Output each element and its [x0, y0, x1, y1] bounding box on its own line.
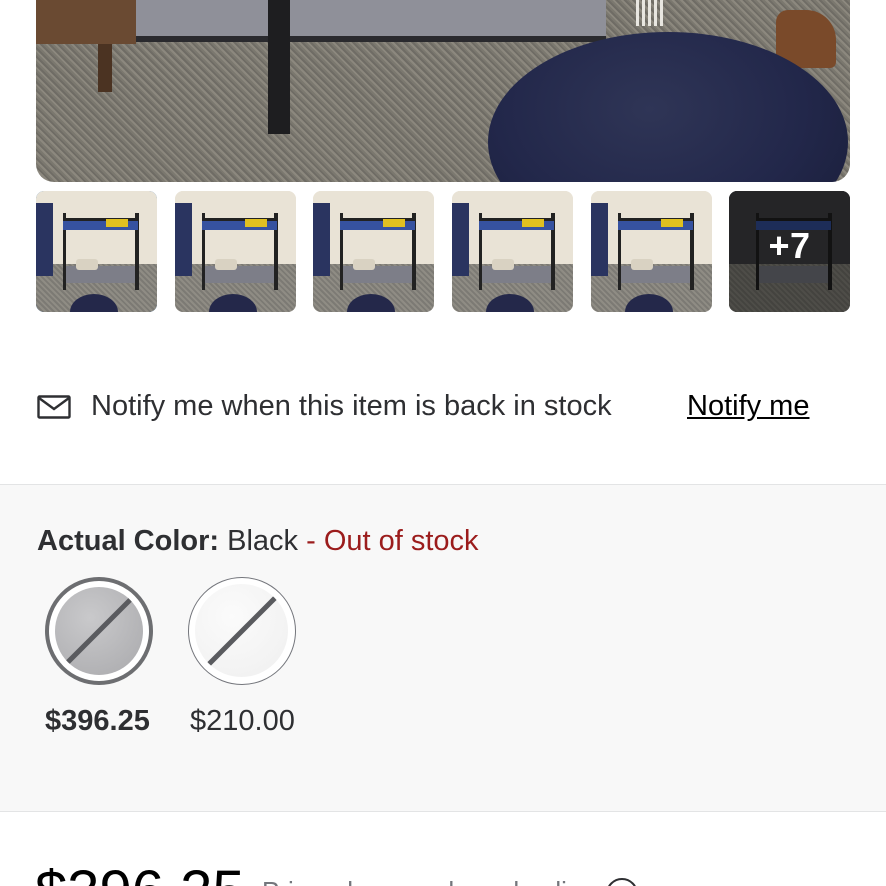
swatch-price-2: $210.00	[190, 705, 295, 737]
mail-icon	[37, 395, 71, 419]
thumbnail-1[interactable]	[36, 191, 157, 312]
availability-status: - Out of stock	[306, 525, 479, 557]
variant-label: Actual Color: Black - Out of stock	[37, 525, 479, 558]
throw-tassel	[636, 0, 664, 26]
thumbnail-5[interactable]	[591, 191, 712, 312]
thumbnail-2[interactable]	[175, 191, 296, 312]
thumbnail-strip: +7	[36, 191, 850, 312]
color-swatch-white[interactable]	[188, 577, 296, 685]
variant-label-key: Actual Color:	[37, 525, 220, 557]
thumbnail-4[interactable]	[452, 191, 573, 312]
notify-message: Notify me when this item is back in stoc…	[91, 390, 612, 422]
swatch-price-1: $396.25	[45, 705, 150, 737]
color-swatch-black[interactable]	[45, 577, 153, 685]
color-variant-panel: Actual Color: Black - Out of stock $396.…	[0, 484, 886, 812]
thumbnail-3[interactable]	[313, 191, 434, 312]
futon	[136, 0, 606, 42]
more-images-count: +7	[768, 225, 811, 266]
back-in-stock-notify-row: Notify me when this item is back in stoc…	[37, 390, 849, 430]
dresser	[36, 0, 136, 44]
unavailable-slash	[197, 586, 286, 675]
variant-label-value: Black	[227, 525, 299, 557]
current-price: $396.25	[35, 858, 245, 886]
thumbnail-more[interactable]: +7	[729, 191, 850, 312]
notify-me-link[interactable]: Notify me	[687, 390, 809, 423]
product-main-image[interactable]	[36, 0, 850, 182]
info-icon[interactable]	[606, 878, 638, 886]
bed-post	[268, 0, 290, 134]
dresser-leg	[98, 44, 112, 92]
price-note: Price when purchased online	[262, 876, 596, 886]
unavailable-slash	[57, 589, 141, 673]
